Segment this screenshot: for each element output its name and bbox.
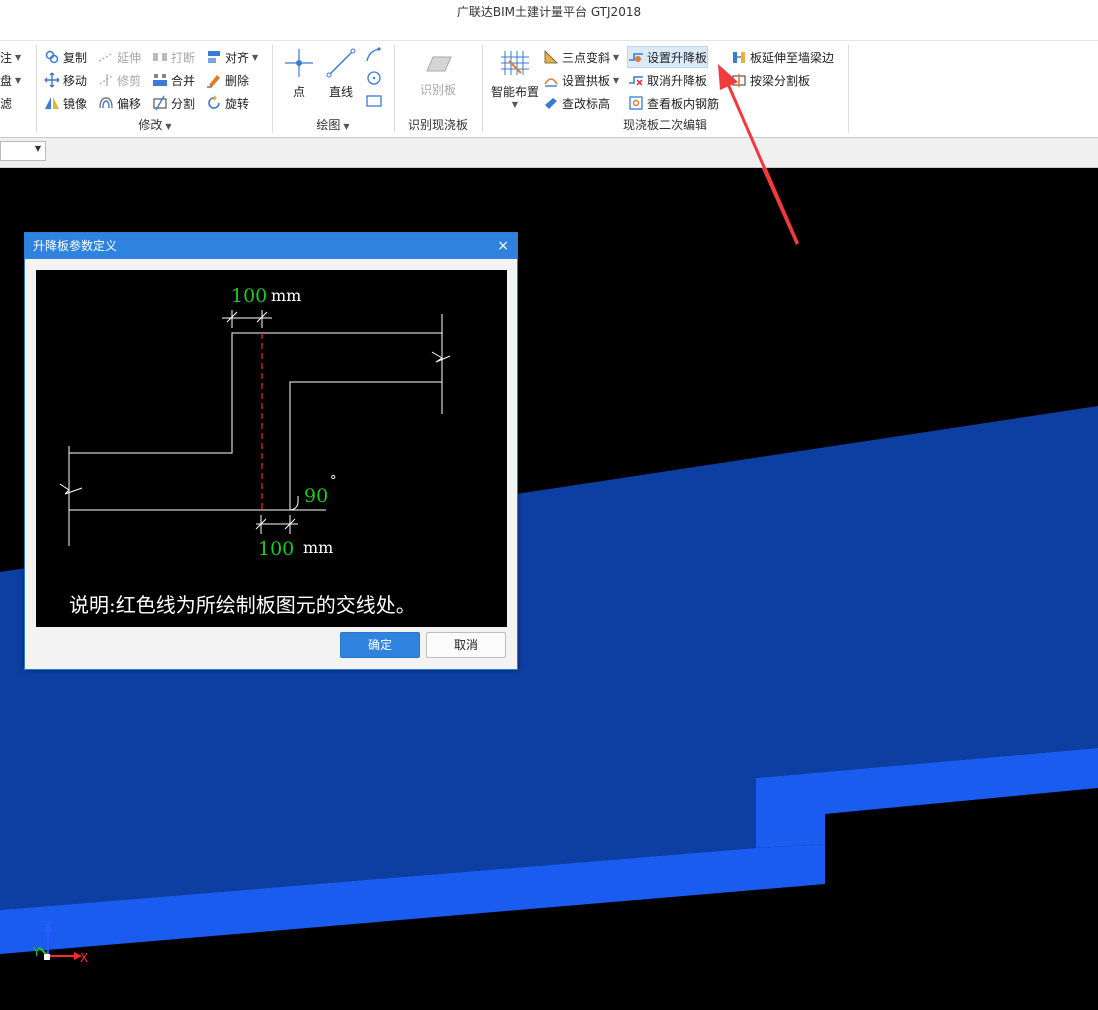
ribbon-partial-disk[interactable]: 盘 ▼ — [0, 70, 21, 90]
ok-button[interactable]: 确定 — [340, 632, 420, 658]
angle-value[interactable]: 90 — [304, 485, 328, 507]
angle-unit: ° — [330, 474, 337, 489]
smart-layout-icon — [501, 51, 529, 75]
copy-icon — [45, 50, 59, 64]
slope-icon — [544, 50, 558, 64]
recognize-slab-icon — [426, 56, 452, 72]
break-icon — [153, 53, 167, 61]
mirror-button[interactable]: 镜像 — [44, 93, 87, 113]
title-bar: 广联达BIM土建计量平台 GTJ2018 — [0, 0, 1098, 40]
trim-button[interactable]: 修剪 — [98, 70, 141, 90]
top-offset-value[interactable]: 100 — [231, 285, 267, 307]
sub-toolbar: ▼ — [0, 138, 1098, 168]
three-point-slope-button[interactable]: 三点变斜 ▼ — [543, 47, 619, 67]
extend-to-wall-beam-button[interactable]: 板延伸至墙梁边 — [731, 47, 834, 67]
dialog-title: 升降板参数定义 — [33, 239, 118, 253]
draw-group: 点 直线 绘图 ▼ — [273, 41, 393, 137]
merge-icon — [153, 74, 167, 86]
bottom-offset-unit: mm — [303, 538, 333, 557]
slab-edit-group-label: 现浇板二次编辑 — [622, 118, 707, 132]
draw-group-label[interactable]: 绘图 ▼ — [273, 116, 393, 133]
ribbon: 注 ▼ 盘 ▼ 滤 复制 延伸 打断 对齐 ▼ 移动 修剪 合并 删除 镜像 偏… — [0, 40, 1098, 138]
set-lift-slab-button[interactable]: 设置升降板 — [627, 46, 709, 68]
chevron-down-icon: ▼ — [34, 144, 41, 153]
z-axis-label: Z — [44, 919, 52, 933]
arc-icon[interactable] — [365, 47, 383, 63]
view-slab-rebar-button[interactable]: 查看板内钢筋 — [628, 93, 719, 113]
recognize-group: 识别板 识别现浇板 — [395, 41, 481, 137]
slab-edit-group: 智能布置 ▼ 三点变斜 ▼ 设置拱板 ▼ 查改标高 设置升降板 取消升降板 查看板内… — [483, 41, 847, 137]
offset-button[interactable]: 偏移 — [98, 93, 141, 113]
close-icon[interactable]: × — [497, 233, 509, 259]
rotate-button[interactable]: 旋转 — [206, 93, 249, 113]
split-icon — [153, 95, 167, 111]
lift-slab-diagram: 100 mm 90 ° 100 mm 说明:红色线为所绘制板图元的交线处。 — [36, 270, 507, 627]
set-arch-button[interactable]: 设置拱板 ▼ — [543, 70, 619, 90]
lift-slab-icon — [629, 53, 643, 62]
offset-icon — [99, 97, 113, 109]
bottom-offset-value[interactable]: 100 — [258, 538, 294, 560]
modify-group-label[interactable]: 修改 ▼ — [38, 116, 272, 133]
recognize-slab-button[interactable]: 识别板 — [399, 53, 477, 98]
trim-icon — [99, 74, 113, 86]
point-button[interactable]: 点 — [281, 47, 317, 100]
smart-layout-button[interactable]: 智能布置 ▼ — [487, 47, 543, 109]
check-elevation-button[interactable]: 查改标高 — [543, 93, 610, 113]
merge-button[interactable]: 合并 — [152, 70, 195, 90]
lift-slab-dialog: 升降板参数定义 × 100 mm 90 ° 100 mm 说明:红色线为所绘制板… — [24, 232, 518, 670]
window-title: 广联达BIM土建计量平台 GTJ2018 — [456, 5, 642, 19]
mirror-icon — [45, 97, 59, 109]
rectangle-icon[interactable] — [365, 93, 383, 109]
point-icon — [285, 49, 313, 77]
break-button[interactable]: 打断 — [152, 47, 195, 67]
split-by-beam-button[interactable]: 按梁分割板 — [731, 70, 810, 90]
line-icon — [326, 48, 356, 78]
x-axis-label: X — [80, 951, 88, 965]
ribbon-partial-filter[interactable]: 滤 — [0, 93, 12, 113]
recognize-group-label: 识别现浇板 — [407, 118, 468, 132]
split-by-beam-icon — [732, 74, 746, 87]
floor-combo[interactable]: ▼ — [0, 141, 46, 161]
view-rebar-icon — [629, 96, 643, 110]
delete-button[interactable]: 删除 — [206, 70, 249, 90]
dialog-title-bar[interactable]: 升降板参数定义 × — [25, 233, 517, 259]
extend-slab-icon — [733, 52, 745, 63]
extend-button[interactable]: 延伸 — [98, 47, 141, 67]
rotate-icon — [208, 95, 220, 109]
eraser-icon — [207, 75, 220, 88]
y-axis-label: Y — [32, 945, 41, 959]
arch-icon — [544, 78, 558, 87]
diagram-note: 说明:红色线为所绘制板图元的交线处。 — [69, 593, 416, 617]
align-icon — [208, 51, 220, 63]
split-button[interactable]: 分割 — [152, 93, 195, 113]
align-button[interactable]: 对齐 ▼ — [206, 47, 258, 67]
cancel-button[interactable]: 取消 — [426, 632, 506, 658]
elevation-icon — [545, 98, 557, 109]
circle-icon[interactable] — [365, 70, 383, 86]
cancel-lift-slab-button[interactable]: 取消升降板 — [628, 70, 707, 90]
move-button[interactable]: 移动 — [44, 70, 87, 90]
move-icon — [44, 72, 60, 88]
modify-group: 复制 延伸 打断 对齐 ▼ 移动 修剪 合并 删除 镜像 偏移 分割 旋转 修改… — [38, 41, 272, 137]
top-offset-unit: mm — [271, 286, 301, 305]
line-button[interactable]: 直线 — [323, 47, 359, 100]
ribbon-partial-annotate[interactable]: 注 ▼ — [0, 47, 21, 67]
copy-button[interactable]: 复制 — [44, 47, 87, 67]
cancel-lift-icon — [629, 76, 643, 86]
extend-icon — [98, 52, 114, 62]
